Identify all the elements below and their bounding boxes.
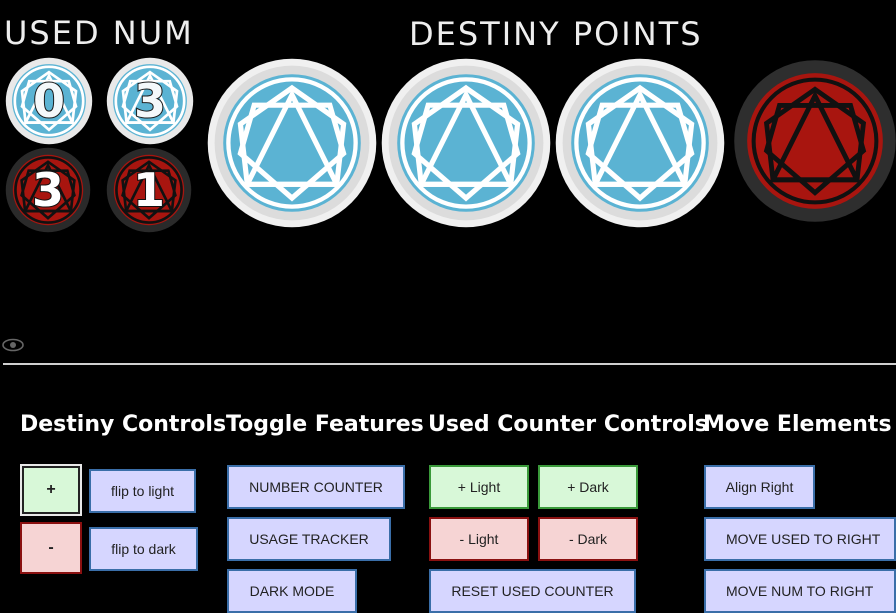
align-right-button[interactable]: Align Right — [704, 465, 815, 509]
light-num-value: 3 — [133, 73, 167, 129]
reset-used-counter-button[interactable]: RESET USED COUNTER — [429, 569, 636, 613]
dark-mode-toggle[interactable]: DARK MODE — [227, 569, 357, 613]
dark-used-value: 3 — [31, 162, 65, 218]
dark-num-value: 1 — [132, 162, 166, 218]
minus-light-button[interactable]: - Light — [429, 517, 529, 561]
move-used-to-right-button[interactable]: MOVE USED TO RIGHT — [704, 517, 896, 561]
move-num-to-right-button[interactable]: MOVE NUM TO RIGHT — [704, 569, 896, 613]
flip-to-light-button[interactable]: flip to light — [89, 469, 196, 513]
usage-tracker-toggle[interactable]: USAGE TRACKER — [227, 517, 391, 561]
destiny-token-1[interactable] — [206, 57, 378, 229]
used-counter-controls-heading: Used Counter Controls — [428, 412, 708, 437]
remove-destiny-button[interactable]: - — [20, 522, 82, 574]
destiny-controls-heading: Destiny Controls — [20, 412, 227, 437]
dark-used-counter[interactable]: 3 — [4, 146, 92, 234]
destiny-token-4-dark[interactable] — [734, 57, 896, 225]
destiny-token-3[interactable] — [554, 57, 726, 229]
dark-num-counter[interactable]: 1 — [105, 146, 193, 234]
destiny-points-heading: DESTINY POINTS — [409, 15, 703, 53]
light-used-value: 0 — [32, 73, 66, 129]
light-used-counter[interactable]: 0 — [4, 56, 94, 146]
toggle-features-heading: Toggle Features — [226, 412, 424, 437]
flip-to-dark-button[interactable]: flip to dark — [89, 527, 198, 571]
eye-icon[interactable] — [2, 337, 24, 352]
used-num-heading: USED NUM — [4, 14, 194, 52]
plus-light-button[interactable]: + Light — [429, 465, 529, 509]
number-counter-toggle[interactable]: NUMBER COUNTER — [227, 465, 405, 509]
plus-dark-button[interactable]: + Dark — [538, 465, 638, 509]
light-num-counter[interactable]: 3 — [105, 56, 195, 146]
destiny-token-2[interactable] — [380, 57, 552, 229]
move-elements-heading: Move Elements — [703, 412, 892, 437]
divider — [3, 363, 896, 365]
add-destiny-button[interactable]: + — [20, 464, 82, 516]
minus-dark-button[interactable]: - Dark — [538, 517, 638, 561]
